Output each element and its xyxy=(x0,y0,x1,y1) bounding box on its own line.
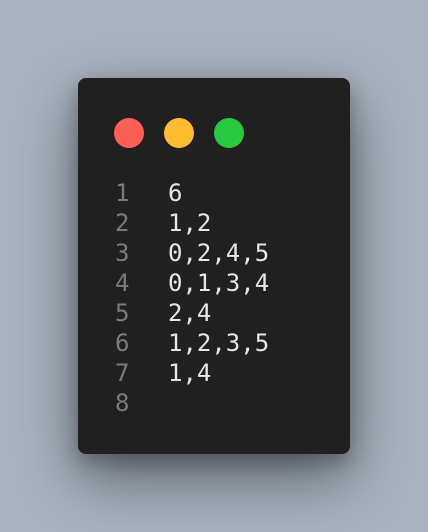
close-button[interactable] xyxy=(114,118,144,148)
maximize-button[interactable] xyxy=(214,118,244,148)
code-line: 3 0,2,4,5 xyxy=(114,238,340,268)
line-text: 0,1,3,4 xyxy=(168,269,270,297)
code-line: 8 xyxy=(114,388,340,418)
line-number: 1 xyxy=(115,179,130,207)
code-line: 4 0,1,3,4 xyxy=(114,268,340,298)
line-number: 2 xyxy=(115,209,130,237)
code-line: 5 2,4 xyxy=(114,298,340,328)
minimize-button[interactable] xyxy=(164,118,194,148)
line-number: 7 xyxy=(115,359,130,387)
line-number: 5 xyxy=(115,299,130,327)
line-number: 3 xyxy=(115,239,130,267)
line-text: 2,4 xyxy=(168,299,212,327)
line-number: 8 xyxy=(115,389,130,417)
line-text: 1,2 xyxy=(168,209,212,237)
code-line: 6 1,2,3,5 xyxy=(114,328,340,358)
line-text: 6 xyxy=(168,179,183,207)
line-text: 1,2,3,5 xyxy=(168,329,270,357)
code-area[interactable]: 1 6 2 1,2 3 0,2,4,5 4 0,1,3,4 5 2,4 6 1,… xyxy=(114,178,340,418)
line-number: 6 xyxy=(115,329,130,357)
line-number: 4 xyxy=(115,269,130,297)
code-line: 2 1,2 xyxy=(114,208,340,238)
line-text: 1,4 xyxy=(168,359,212,387)
code-window: 1 6 2 1,2 3 0,2,4,5 4 0,1,3,4 5 2,4 6 1,… xyxy=(78,78,350,454)
code-line: 1 6 xyxy=(114,178,340,208)
line-text: 0,2,4,5 xyxy=(168,239,270,267)
code-line: 7 1,4 xyxy=(114,358,340,388)
